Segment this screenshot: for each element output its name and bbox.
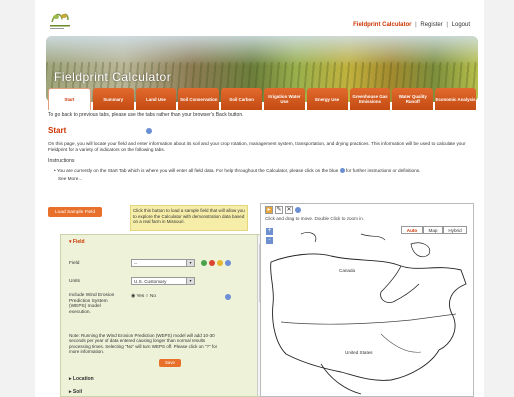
- field-section-header[interactable]: ▾ Field: [61, 235, 265, 249]
- help-icon[interactable]: [225, 260, 231, 266]
- tab-bar: Start Summary Land Use Soil Conservation…: [48, 88, 478, 110]
- location-section[interactable]: ▸ Location: [69, 376, 94, 382]
- chevron-down-icon: ▾: [186, 278, 194, 284]
- page: Fieldprint Calculator | Register | Logou…: [40, 0, 484, 397]
- back-note: To go back to previous tabs, please use …: [48, 112, 244, 118]
- map-panel[interactable]: ▸ ✎ ✕ Click and drag to move. Double Cli…: [260, 203, 474, 397]
- map-outline: [270, 232, 467, 395]
- register-link[interactable]: Register: [420, 22, 442, 28]
- delete-field-icon[interactable]: [209, 260, 215, 266]
- tab-irrigation-water-use[interactable]: Irrigation Water Use: [263, 88, 305, 110]
- yes-radio[interactable]: ◉: [131, 294, 135, 299]
- tab-soil-carbon[interactable]: Soil Carbon: [221, 88, 262, 110]
- instructions-bullet: • You are currently on the Start Tab whi…: [54, 168, 474, 174]
- location-label: Location: [72, 376, 94, 382]
- add-field-icon[interactable]: [201, 260, 207, 266]
- logout-link[interactable]: Logout: [452, 22, 470, 28]
- help-icon[interactable]: [146, 127, 153, 134]
- tab-water-quality-runoff[interactable]: Water Quality Runoff: [392, 88, 434, 110]
- tab-summary[interactable]: Summary: [92, 88, 134, 110]
- see-more-link[interactable]: See More...: [58, 176, 478, 181]
- soil-label: Soil: [72, 389, 83, 395]
- main-content: To go back to previous tabs, please use …: [48, 112, 478, 181]
- tab-greenhouse-gas-emissions[interactable]: Greenhouse Gas Emissions: [349, 88, 391, 110]
- soil-section[interactable]: ▸ Soil: [69, 389, 82, 395]
- fieldprint-logo-icon[interactable]: [46, 8, 74, 32]
- units-label: Units: [69, 279, 80, 284]
- tab-land-use[interactable]: Land Use: [135, 88, 177, 110]
- tab-soil-conservation[interactable]: Soil Conservation: [178, 88, 220, 110]
- header-links: Fieldprint Calculator | Register | Logou…: [353, 22, 470, 28]
- field-select-value: --: [134, 261, 138, 266]
- help-icon[interactable]: [225, 294, 231, 300]
- save-button[interactable]: Save: [159, 359, 181, 367]
- field-select[interactable]: -- ▾: [131, 259, 195, 267]
- map-label-canada: Canada: [339, 268, 356, 273]
- tab-economic-analysis[interactable]: Economic Analysis: [435, 88, 476, 110]
- tab-energy-use[interactable]: Energy Use: [306, 88, 348, 110]
- units-select-value: U.S. Customary: [134, 279, 167, 284]
- field-panel: ▾ Field Field -- ▾ Units U.S. Customary …: [60, 234, 266, 397]
- separator: |: [415, 22, 417, 28]
- page-title-text: Start: [48, 126, 67, 135]
- tab-start[interactable]: Start: [48, 88, 91, 110]
- chevron-down-icon: ▾: [186, 260, 194, 266]
- map-label-united-states: United States: [345, 350, 373, 355]
- fieldprint-calculator-link[interactable]: Fieldprint Calculator: [353, 22, 411, 28]
- help-icon[interactable]: [339, 168, 345, 174]
- no-radio[interactable]: ○: [146, 294, 149, 299]
- sample-field-note: Click this button to load a sample field…: [130, 205, 248, 231]
- left-gutter: [0, 0, 35, 397]
- weps-note: Note: Running the Wind Erosion Predictio…: [69, 333, 218, 355]
- top-bar: Fieldprint Calculator | Register | Logou…: [40, 0, 484, 36]
- bullet-text-2: for further instructions or definitions.: [345, 168, 421, 173]
- right-gutter: [484, 0, 514, 397]
- banner-title: Fieldprint Calculator: [54, 70, 172, 84]
- weps-label: Include Wind Erosion Prediction System (…: [69, 293, 115, 315]
- instructions-heading: Instructions: [48, 158, 75, 164]
- separator: |: [446, 22, 448, 28]
- field-section-title: Field: [72, 239, 85, 245]
- field-label: Field: [69, 261, 80, 266]
- yes-label: Yes: [136, 294, 145, 299]
- units-select[interactable]: U.S. Customary ▾: [131, 277, 195, 285]
- edit-field-icon[interactable]: [217, 260, 223, 266]
- page-title: Start: [48, 126, 478, 135]
- load-sample-field-button[interactable]: Load Sample Field: [48, 207, 102, 217]
- bullet-text-1: You are currently on the Start Tab which…: [56, 168, 339, 173]
- intro-text: On this page, you will locate your field…: [48, 141, 466, 152]
- no-label: No: [149, 294, 156, 299]
- weps-radio-group: ◉ Yes ○ No: [131, 294, 156, 299]
